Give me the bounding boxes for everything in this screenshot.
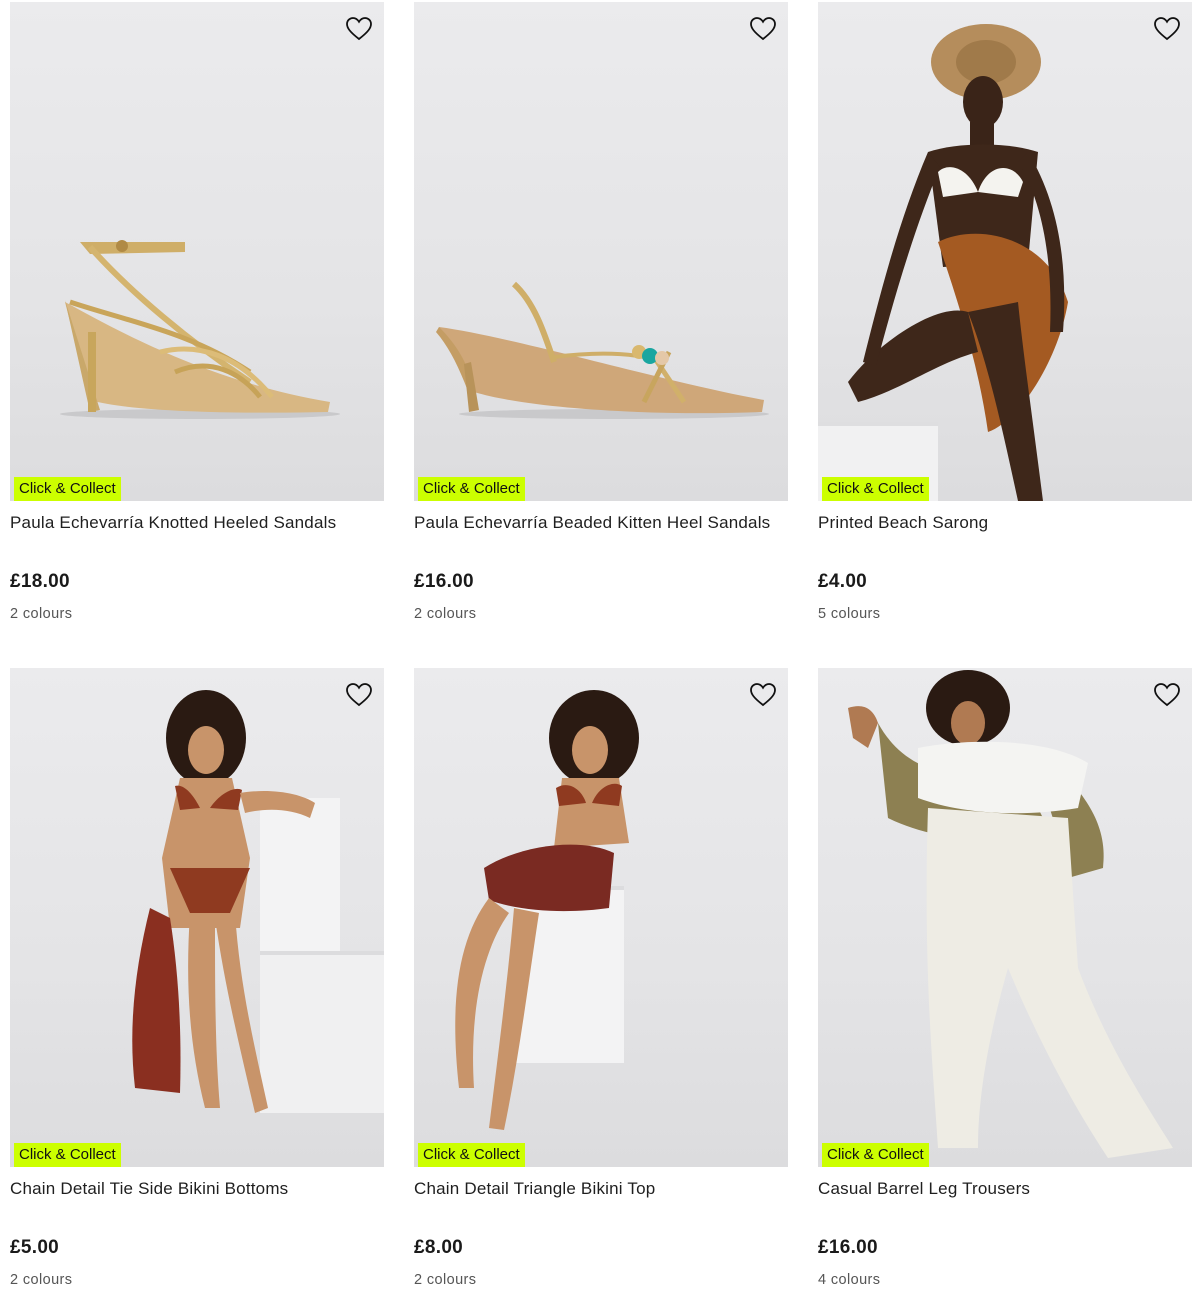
- sandal-photo: [60, 240, 340, 419]
- heart-outline-icon[interactable]: [748, 680, 778, 710]
- product-title[interactable]: Chain Detail Tie Side Bikini Bottoms: [10, 1178, 384, 1200]
- click-collect-badge: Click & Collect: [418, 477, 525, 501]
- product-grid: Click & Collect Paula Echevarría Knotted…: [0, 0, 1200, 1289]
- product-image[interactable]: Click & Collect: [10, 668, 384, 1167]
- product-colours: 2 colours: [10, 606, 73, 622]
- model-photo: [818, 24, 1068, 501]
- product-card[interactable]: Click & Collect Printed Beach Sarong £4.…: [818, 2, 1192, 624]
- product-colours: 2 colours: [414, 1272, 477, 1288]
- model-photo: [455, 690, 639, 1130]
- product-card[interactable]: Click & Collect Casual Barrel Leg Trouse…: [818, 668, 1192, 1290]
- product-title[interactable]: Casual Barrel Leg Trousers: [818, 1178, 1192, 1200]
- product-price: £8.00: [414, 1237, 464, 1258]
- heart-outline-icon[interactable]: [748, 14, 778, 44]
- product-title[interactable]: Printed Beach Sarong: [818, 512, 1192, 534]
- click-collect-badge: Click & Collect: [822, 1143, 929, 1167]
- heart-outline-icon[interactable]: [344, 14, 374, 44]
- click-collect-badge: Click & Collect: [822, 477, 929, 501]
- click-collect-badge: Click & Collect: [14, 477, 121, 501]
- heart-outline-icon[interactable]: [1152, 680, 1182, 710]
- product-card[interactable]: Click & Collect Chain Detail Tie Side Bi…: [10, 668, 384, 1290]
- product-image[interactable]: Click & Collect: [818, 2, 1192, 501]
- product-title[interactable]: Paula Echevarría Knotted Heeled Sandals: [10, 512, 384, 534]
- product-price: £16.00: [414, 571, 474, 592]
- product-title[interactable]: Chain Detail Triangle Bikini Top: [414, 1178, 788, 1200]
- product-colours: 2 colours: [414, 606, 477, 622]
- model-photo: [132, 690, 384, 1113]
- heart-outline-icon[interactable]: [1152, 14, 1182, 44]
- product-title[interactable]: Paula Echevarría Beaded Kitten Heel Sand…: [414, 512, 788, 534]
- heart-outline-icon[interactable]: [344, 680, 374, 710]
- product-colours: 4 colours: [818, 1272, 881, 1288]
- product-card[interactable]: Click & Collect Paula Echevarría Beaded …: [414, 2, 788, 624]
- product-image[interactable]: Click & Collect: [414, 2, 788, 501]
- click-collect-badge: Click & Collect: [14, 1143, 121, 1167]
- model-photo: [848, 670, 1173, 1158]
- product-price: £5.00: [10, 1237, 60, 1258]
- product-price: £18.00: [10, 571, 70, 592]
- product-price: £4.00: [818, 571, 868, 592]
- sandal-photo: [436, 281, 769, 419]
- product-image[interactable]: Click & Collect: [818, 668, 1192, 1167]
- product-colours: 2 colours: [10, 1272, 73, 1288]
- product-image[interactable]: Click & Collect: [414, 668, 788, 1167]
- product-price: £16.00: [818, 1237, 878, 1258]
- product-colours: 5 colours: [818, 606, 881, 622]
- product-card[interactable]: Click & Collect Chain Detail Triangle Bi…: [414, 668, 788, 1290]
- product-card[interactable]: Click & Collect Paula Echevarría Knotted…: [10, 2, 384, 624]
- product-image[interactable]: Click & Collect: [10, 2, 384, 501]
- click-collect-badge: Click & Collect: [418, 1143, 525, 1167]
